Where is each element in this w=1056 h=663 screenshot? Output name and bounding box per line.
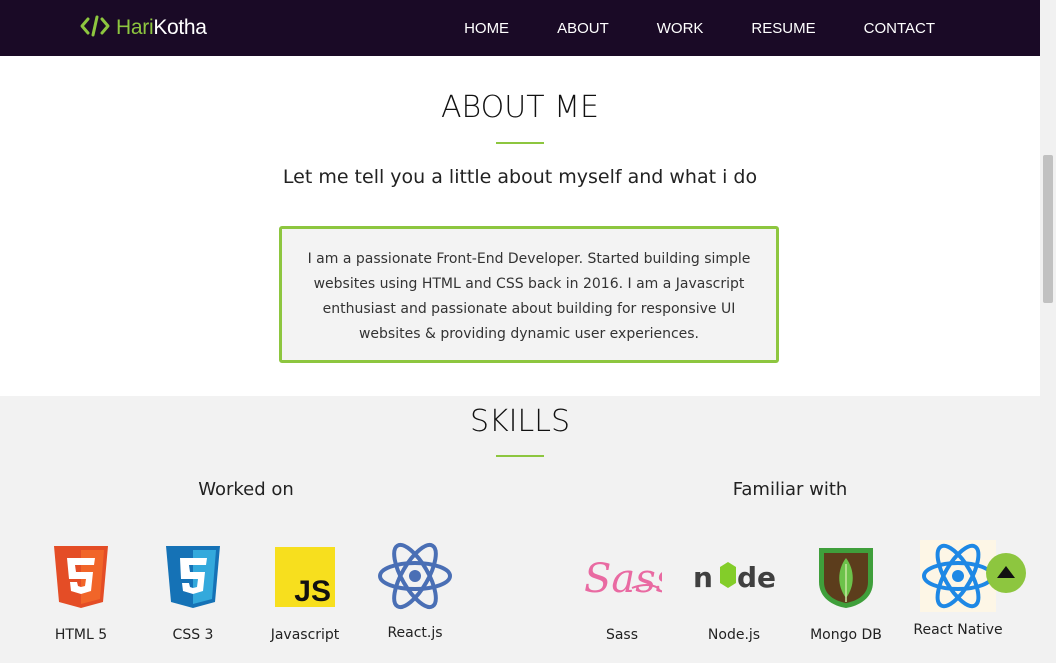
skill-label: Node.js: [707, 627, 761, 643]
worked-on-title: Worked on: [198, 479, 294, 500]
skill-react: React.js: [360, 542, 470, 641]
about-bio: I am a passionate Front-End Developer. S…: [279, 226, 779, 363]
scrollbar[interactable]: [1040, 0, 1056, 663]
brand-name: HariKotha: [116, 16, 207, 40]
nav-home[interactable]: HOME: [464, 20, 509, 37]
sass-icon: Sass: [567, 543, 677, 611]
svg-text:Sass: Sass: [584, 556, 662, 602]
skill-css3: CSS 3: [138, 543, 248, 643]
nodejs-icon: n de: [679, 543, 789, 611]
code-icon: [80, 14, 110, 42]
scrollbar-thumb[interactable]: [1043, 155, 1053, 303]
react-icon: [360, 542, 470, 610]
skill-label: React Native: [913, 622, 1003, 638]
skill-label: React.js: [387, 625, 443, 641]
brand-logo[interactable]: HariKotha: [80, 14, 207, 42]
skill-label: Javascript: [270, 627, 340, 643]
brand-name-part2: Kotha: [153, 16, 207, 39]
skills-title-underline: [496, 455, 544, 457]
skills-section: SKILLS Worked on Familiar with HTML 5 CS…: [0, 396, 1040, 663]
nav-work[interactable]: WORK: [657, 20, 704, 37]
arrow-up-icon: [996, 564, 1016, 583]
skill-label: HTML 5: [54, 627, 108, 643]
page: HariKotha HOME ABOUT WORK RESUME CONTACT…: [0, 0, 1056, 663]
svg-text:JS: JS: [294, 575, 331, 607]
scroll-top-button[interactable]: [986, 553, 1026, 593]
javascript-icon: JS: [250, 543, 360, 611]
brand-name-part1: Hari: [116, 16, 154, 39]
html5-icon: [26, 543, 136, 611]
svg-text:n: n: [693, 561, 713, 594]
skill-mongodb: Mongo DB: [791, 543, 901, 643]
mongodb-icon: [791, 543, 901, 611]
skill-sass: Sass Sass: [567, 543, 677, 643]
skill-nodejs: n de Node.js: [679, 543, 789, 643]
skill-label: CSS 3: [172, 627, 214, 643]
familiar-with-title: Familiar with: [732, 479, 848, 500]
svg-text:de: de: [737, 561, 775, 594]
nav-resume[interactable]: RESUME: [751, 20, 815, 37]
about-title-underline: [496, 142, 544, 144]
nav-links: HOME ABOUT WORK RESUME CONTACT: [416, 0, 935, 56]
skill-label: Sass: [605, 627, 639, 643]
nav-contact[interactable]: CONTACT: [864, 20, 935, 37]
nav-about[interactable]: ABOUT: [557, 20, 609, 37]
about-section: ABOUT ME Let me tell you a little about …: [0, 56, 1040, 396]
skill-label: Mongo DB: [810, 627, 882, 643]
about-subtitle: Let me tell you a little about myself an…: [282, 166, 758, 188]
css3-icon: [138, 543, 248, 611]
skill-javascript: JS Javascript: [250, 543, 360, 643]
about-title: ABOUT ME: [441, 90, 599, 125]
skill-html5: HTML 5: [26, 543, 136, 643]
skills-title: SKILLS: [469, 404, 571, 439]
navbar: HariKotha HOME ABOUT WORK RESUME CONTACT: [0, 0, 1040, 56]
